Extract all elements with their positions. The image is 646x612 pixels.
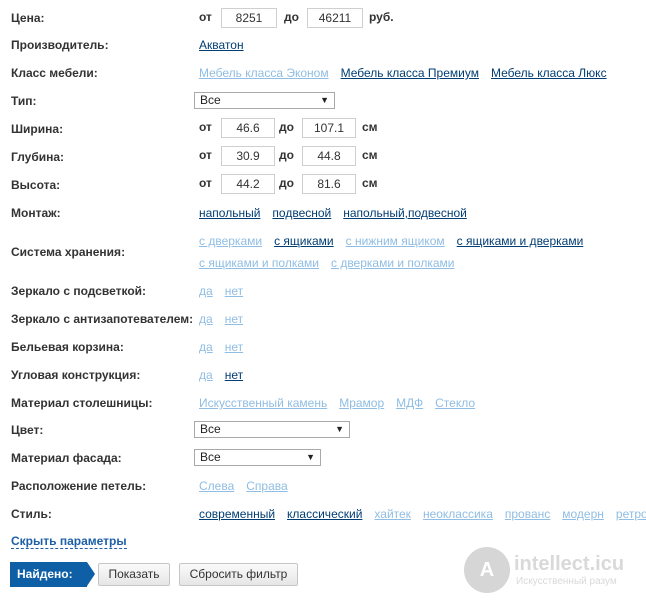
watermark: A intellect.icu Искусственный разум	[464, 541, 646, 596]
height-from-input[interactable]: 44.2	[221, 174, 275, 194]
filter-price: Цена: от 8251 до 46211 руб.	[0, 8, 646, 28]
style-option[interactable]: неоклассика	[423, 507, 493, 521]
hinges-option[interactable]: Слева	[199, 479, 234, 493]
mounting-label: Монтаж:	[11, 206, 61, 220]
hinges-label: Расположение петель:	[11, 479, 147, 493]
filter-storage: Система хранения: с дверками с ящиками с н…	[0, 234, 646, 274]
furniture-class-option[interactable]: Мебель класса Премиум	[341, 66, 479, 80]
corner-label: Угловая конструкция:	[11, 368, 141, 382]
depth-from-input[interactable]: 30.9	[221, 146, 275, 166]
depth-unit: см	[362, 148, 378, 163]
laundry-basket-option-no[interactable]: нет	[225, 340, 243, 354]
storage-option[interactable]: с дверками и полками	[331, 256, 455, 270]
mirror-antifog-option-no[interactable]: нет	[225, 312, 243, 326]
price-from-label: от	[199, 10, 212, 25]
watermark-title: intellect.icu	[514, 553, 625, 575]
found-count-badge: Найдено: 61	[10, 562, 95, 606]
height-from-label: от	[199, 176, 212, 191]
chevron-down-icon: ▼	[306, 452, 315, 462]
watermark-logo-icon: A	[464, 547, 510, 593]
mirror-antifog-option-yes[interactable]: да	[199, 312, 213, 326]
filter-width: Ширина: от 46.6 до 107.1 см	[0, 118, 646, 138]
mirror-light-option-no[interactable]: нет	[225, 284, 243, 298]
price-from-input[interactable]: 8251	[221, 8, 277, 28]
filter-depth: Глубина: от 30.9 до 44.8 см	[0, 146, 646, 166]
width-unit: см	[362, 120, 378, 135]
chevron-down-icon: ▼	[335, 424, 344, 434]
style-option[interactable]: классический	[287, 507, 362, 521]
furniture-class-label: Класс мебели:	[11, 66, 98, 80]
mirror-light-option-yes[interactable]: да	[199, 284, 213, 298]
corner-option-yes[interactable]: да	[199, 368, 213, 382]
type-select-value: Все	[200, 93, 221, 107]
type-label: Тип:	[11, 94, 37, 108]
price-unit: руб.	[369, 10, 394, 25]
depth-label: Глубина:	[11, 150, 65, 164]
hide-params-link[interactable]: Скрыть параметры	[11, 534, 127, 549]
width-label: Ширина:	[11, 122, 64, 136]
mounting-option[interactable]: подвесной	[272, 206, 331, 220]
hinges-option[interactable]: Справа	[246, 479, 287, 493]
mounting-option[interactable]: напольный	[199, 206, 260, 220]
storage-option[interactable]: с ящиками	[274, 234, 334, 248]
style-option[interactable]: современный	[199, 507, 275, 521]
countertop-label: Материал столешницы:	[11, 396, 153, 410]
color-select-value: Все	[200, 422, 221, 436]
storage-option[interactable]: с дверками	[199, 234, 262, 248]
price-to-label: до	[284, 10, 299, 25]
style-option[interactable]: прованс	[505, 507, 550, 521]
width-to-label: до	[279, 120, 294, 135]
furniture-class-option[interactable]: Мебель класса Люкс	[491, 66, 607, 80]
manufacturer-label: Производитель:	[11, 38, 109, 52]
style-option[interactable]: модерн	[562, 507, 604, 521]
color-select[interactable]: Все ▼	[194, 421, 350, 438]
facade-label: Материал фасада:	[11, 451, 122, 465]
show-button[interactable]: Показать	[98, 563, 170, 586]
facade-select[interactable]: Все ▼	[194, 449, 321, 466]
countertop-option[interactable]: МДФ	[396, 396, 423, 410]
price-to-input[interactable]: 46211	[307, 8, 363, 28]
depth-from-label: от	[199, 148, 212, 163]
height-to-input[interactable]: 81.6	[302, 174, 356, 194]
type-select[interactable]: Все ▼	[194, 92, 335, 109]
width-from-input[interactable]: 46.6	[221, 118, 275, 138]
depth-to-label: до	[279, 148, 294, 163]
style-option[interactable]: хайтек	[374, 507, 411, 521]
facade-select-value: Все	[200, 450, 221, 464]
price-label: Цена:	[11, 11, 45, 25]
height-to-label: до	[279, 176, 294, 191]
storage-option[interactable]: с ящиками и полками	[199, 256, 319, 270]
filter-height: Высота: от 44.2 до 81.6 см	[0, 174, 646, 194]
watermark-subtitle: Искусственный разум	[516, 576, 617, 587]
laundry-basket-option-yes[interactable]: да	[199, 340, 213, 354]
width-to-input[interactable]: 107.1	[302, 118, 356, 138]
height-unit: см	[362, 176, 378, 191]
storage-label: Система хранения:	[11, 245, 126, 259]
storage-option[interactable]: с ящиками и дверками	[457, 234, 584, 248]
countertop-option[interactable]: Мрамор	[339, 396, 384, 410]
mounting-option[interactable]: напольный,подвесной	[343, 206, 467, 220]
style-option[interactable]: ретро	[616, 507, 646, 521]
manufacturer-option[interactable]: Акватон	[199, 38, 244, 52]
height-label: Высота:	[11, 178, 61, 192]
width-from-label: от	[199, 120, 212, 135]
countertop-option[interactable]: Стекло	[435, 396, 475, 410]
style-label: Стиль:	[11, 507, 52, 521]
countertop-option[interactable]: Искусственный камень	[199, 396, 327, 410]
depth-to-input[interactable]: 44.8	[302, 146, 356, 166]
storage-option[interactable]: с нижним ящиком	[346, 234, 445, 248]
corner-option-no[interactable]: нет	[225, 368, 243, 382]
mirror-light-label: Зеркало с подсветкой:	[11, 284, 147, 298]
reset-filter-button[interactable]: Сбросить фильтр	[179, 563, 298, 586]
chevron-down-icon: ▼	[320, 95, 329, 105]
furniture-class-option[interactable]: Мебель класса Эконом	[199, 66, 329, 80]
mirror-antifog-label: Зеркало с антизапотевателем:	[11, 312, 194, 326]
color-label: Цвет:	[11, 423, 44, 437]
laundry-basket-label: Бельевая корзина:	[11, 340, 124, 354]
